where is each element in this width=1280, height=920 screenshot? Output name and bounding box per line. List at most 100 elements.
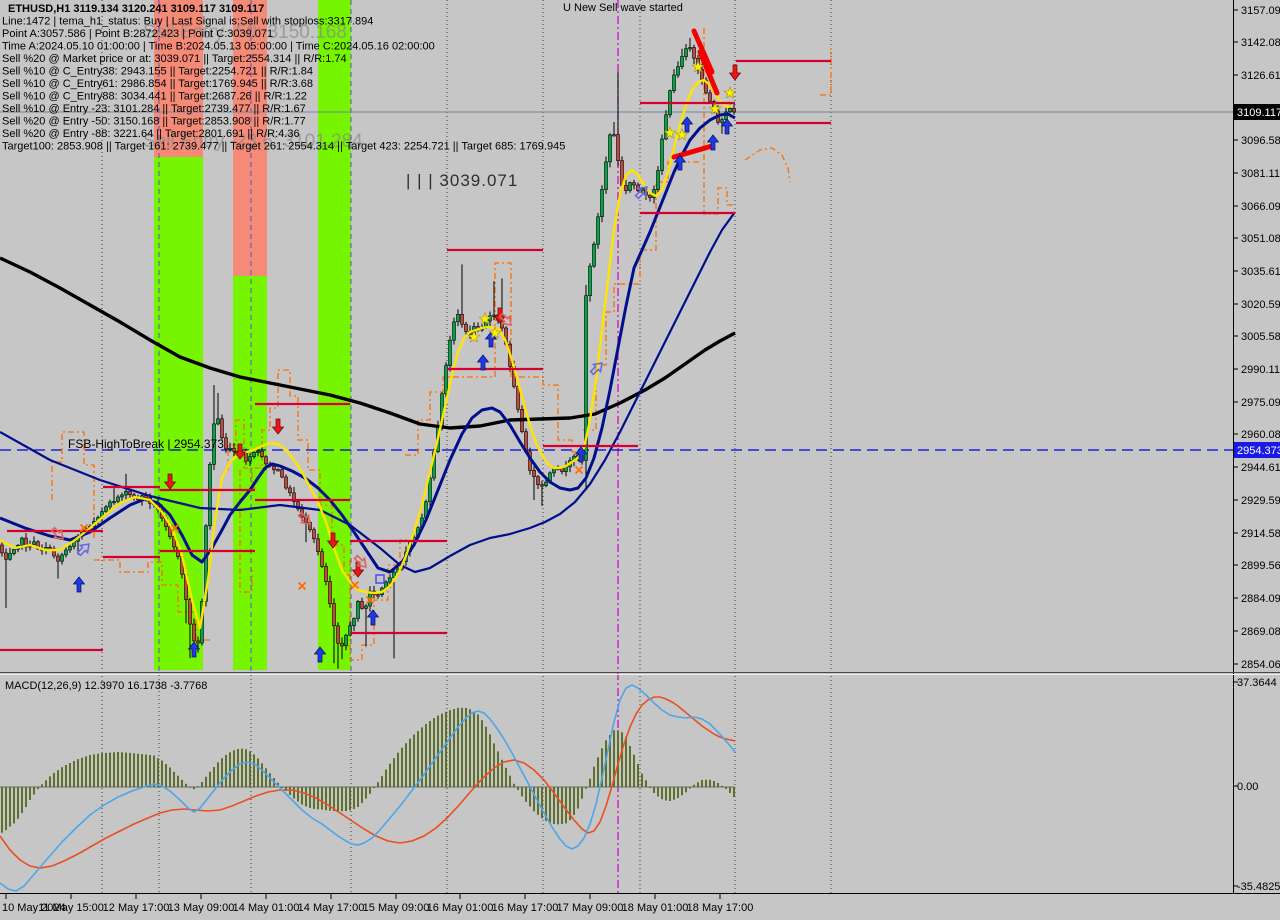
- bear-candle: [281, 470, 284, 477]
- bear-candle: [261, 451, 264, 457]
- macd-histogram-bar: [369, 787, 371, 794]
- time-tick-label: 12 May 17:00: [103, 902, 170, 914]
- bull-candle: [449, 340, 452, 365]
- macd-histogram-bar: [649, 787, 651, 788]
- macd-histogram-bar: [657, 787, 659, 797]
- macd-histogram-bar: [725, 787, 727, 789]
- macd-histogram-bar: [201, 782, 203, 787]
- macd-histogram-bar: [357, 787, 359, 807]
- macd-histogram-bar: [109, 753, 111, 787]
- bear-candle: [541, 485, 544, 486]
- bull-candle: [629, 183, 632, 191]
- macd-histogram-bar: [589, 779, 591, 787]
- macd-histogram-bar: [513, 784, 515, 787]
- macd-histogram-bar: [237, 749, 239, 787]
- macd-histogram-bar: [489, 734, 491, 787]
- macd-histogram-bar: [5, 787, 7, 830]
- macd-histogram-bar: [505, 768, 507, 787]
- price-tick-label: 2944.610: [1241, 462, 1280, 474]
- macd-histogram-bar: [217, 762, 219, 787]
- macd-histogram-bar: [149, 755, 151, 787]
- price-tick-label: 3066.095: [1241, 201, 1280, 213]
- bear-candle: [613, 135, 616, 136]
- macd-histogram-bar: [449, 710, 451, 787]
- macd-histogram-bar: [405, 743, 407, 787]
- macd-histogram-bar: [93, 754, 95, 787]
- macd-histogram-bar: [581, 787, 583, 799]
- macd-histogram-bar: [401, 748, 403, 787]
- bull-candle: [429, 478, 432, 502]
- bull-candle: [389, 578, 392, 582]
- macd-histogram-bar: [153, 756, 155, 788]
- bear-candle: [317, 539, 320, 552]
- bear-candle: [693, 48, 696, 59]
- macd-histogram-bar: [585, 787, 587, 789]
- macd-histogram-bar: [697, 782, 699, 787]
- price-tick-label: 3081.110: [1241, 168, 1280, 180]
- macd-histogram-bar: [293, 787, 295, 799]
- macd-histogram-bar: [517, 787, 519, 790]
- macd-histogram-bar: [165, 764, 167, 787]
- macd-histogram-bar: [549, 787, 551, 823]
- macd-histogram-bar: [477, 715, 479, 788]
- macd-histogram-bar: [729, 787, 731, 793]
- macd-histogram-bar: [261, 763, 263, 787]
- macd-histogram-bar: [437, 716, 439, 787]
- chart-canvas[interactable]: 3157.0953142.0803126.6103111.5953096.580…: [0, 0, 1280, 920]
- time-tick-label: 14 May 17:00: [298, 902, 365, 914]
- bull-candle: [113, 501, 116, 502]
- bull-candle: [229, 448, 232, 449]
- macd-histogram-bar: [473, 712, 475, 788]
- exit-cross: [576, 467, 583, 474]
- macd-histogram-bar: [305, 787, 307, 806]
- moving-averages: [0, 80, 735, 628]
- macd-histogram-bar: [197, 786, 199, 787]
- bull-candle: [209, 464, 212, 525]
- price-tick-label: 3005.580: [1241, 331, 1280, 343]
- bull-candle: [249, 457, 252, 462]
- macd-histogram-bar: [89, 755, 91, 787]
- macd-histogram-bar: [1, 787, 3, 833]
- bear-candle: [337, 626, 340, 643]
- price-tick-label: 3051.080: [1241, 233, 1280, 245]
- macd-histogram-bar: [409, 739, 411, 787]
- bull-candle: [685, 49, 688, 57]
- bear-candle: [709, 93, 712, 102]
- macd-panel[interactable]: [0, 685, 735, 891]
- hollow-sell-arrow: [353, 554, 370, 571]
- bull-candle: [357, 601, 360, 618]
- macd-histogram-bar: [377, 782, 379, 787]
- bear-candle: [233, 448, 236, 451]
- bull-candle: [545, 482, 548, 486]
- bull-candle: [365, 606, 368, 608]
- time-tick-label: 18 May 17:00: [687, 902, 754, 914]
- macd-histogram-bar: [229, 752, 231, 787]
- macd-histogram-bar: [353, 787, 355, 809]
- macd-histogram-bar: [665, 787, 667, 801]
- info-line: Sell %20 @ Market price or at: 3039.071 …: [2, 53, 347, 65]
- fsb-price-box: 2954.373: [1234, 442, 1280, 458]
- bull-candle: [729, 108, 732, 112]
- bull-candle: [553, 469, 556, 473]
- bull-candle: [657, 171, 660, 190]
- macd-histogram-bar: [565, 787, 567, 823]
- time-scale[interactable]: 10 May 202411 May 15:0012 May 17:0013 Ma…: [2, 894, 753, 914]
- price-tick-label: 3126.610: [1241, 70, 1280, 82]
- bear-candle: [341, 643, 344, 646]
- bull-candle: [117, 497, 120, 501]
- square-marker: [376, 575, 384, 583]
- bid-price-box: 3109.117: [1234, 104, 1280, 120]
- bear-candle: [273, 466, 276, 470]
- price-tick-label: 3157.095: [1241, 5, 1280, 17]
- macd-histogram-bar: [177, 776, 179, 787]
- macd-histogram-bar: [669, 787, 671, 801]
- bear-candle: [361, 601, 364, 608]
- buy-arrow: [682, 117, 693, 132]
- macd-histogram-bar: [41, 784, 43, 787]
- price-tick-label: 2869.080: [1241, 626, 1280, 638]
- macd-histogram-bar: [661, 787, 663, 799]
- macd-histogram-bar: [29, 787, 31, 800]
- bear-candle: [129, 491, 132, 495]
- green-band: [154, 157, 203, 670]
- macd-histogram-bar: [525, 787, 527, 802]
